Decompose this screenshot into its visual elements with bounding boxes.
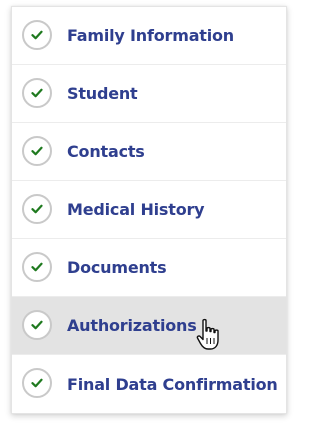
menu-item-contacts[interactable]: Contacts: [12, 123, 286, 181]
checkmark-circle-icon: [22, 310, 52, 340]
menu-item-label: Documents: [67, 258, 167, 277]
checkmark-circle-icon: [22, 368, 52, 398]
menu-item-student[interactable]: Student: [12, 65, 286, 123]
menu-item-label: Student: [67, 84, 138, 103]
menu-item-family-information[interactable]: Family Information: [12, 7, 286, 65]
menu-item-label: Contacts: [67, 142, 145, 161]
checkmark-circle-icon: [22, 78, 52, 108]
checkmark-circle-icon: [22, 136, 52, 166]
menu-item-final-data-confirmation[interactable]: Final Data Confirmation: [12, 355, 286, 413]
menu-item-label: Authorizations: [67, 316, 197, 335]
checkmark-circle-icon: [22, 252, 52, 282]
menu-item-authorizations[interactable]: Authorizations: [12, 297, 286, 355]
checkmark-circle-icon: [22, 20, 52, 50]
menu-item-documents[interactable]: Documents: [12, 239, 286, 297]
registration-steps-menu: Family Information Student Contacts Medi…: [11, 6, 287, 414]
menu-item-label: Medical History: [67, 200, 205, 219]
menu-item-medical-history[interactable]: Medical History: [12, 181, 286, 239]
menu-item-label: Family Information: [67, 26, 235, 45]
checkmark-circle-icon: [22, 194, 52, 224]
menu-item-label: Final Data Confirmation: [67, 374, 278, 394]
